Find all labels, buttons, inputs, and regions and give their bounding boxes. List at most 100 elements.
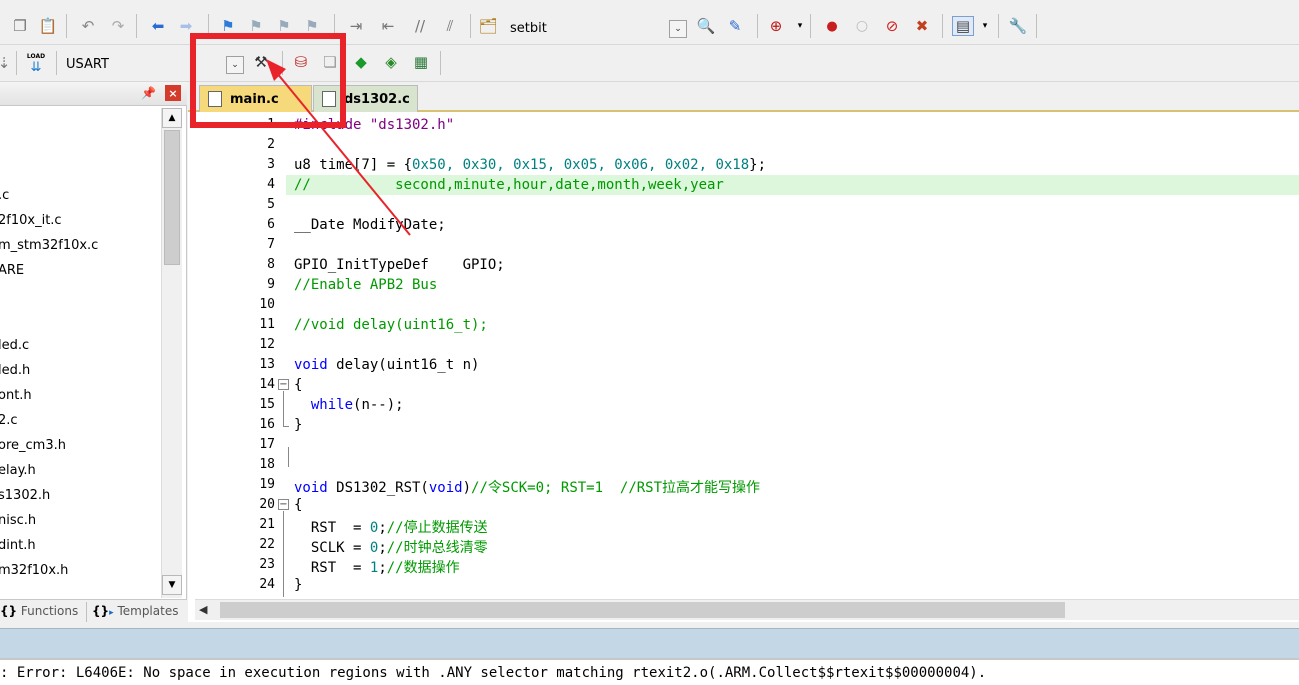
breakpoint-disable-all-icon[interactable]: ⊘ xyxy=(882,16,902,36)
toolbar-separator xyxy=(942,14,943,38)
tab-templates[interactable]: {}▸ Templates xyxy=(92,604,178,618)
line-number: 17 xyxy=(259,437,275,452)
code-line-19: void DS1302_RST(void)//令SCK=0; RST=1 //R… xyxy=(294,477,760,497)
breakpoint-disable-icon[interactable]: ○ xyxy=(852,16,872,36)
scroll-down-icon[interactable]: ▼ xyxy=(162,575,182,595)
tree-item[interactable]: led.c xyxy=(0,338,29,353)
code-text: ; xyxy=(378,520,387,536)
tree-item[interactable]: led.h xyxy=(0,363,30,378)
batch-build-icon[interactable]: ⇣ xyxy=(0,53,14,73)
code-line-16: } xyxy=(294,417,303,433)
project-panel-header: 📌 × xyxy=(0,82,187,106)
scroll-thumb[interactable] xyxy=(164,130,180,265)
paste-icon[interactable]: 📋 xyxy=(38,16,58,36)
template-icon: {}▸ xyxy=(92,604,114,618)
line-number: 14 xyxy=(259,377,275,392)
code-line-8: GPIO_InitTypeDef GPIO; xyxy=(294,257,505,273)
tree-item[interactable]: nisc.h xyxy=(0,513,36,528)
pin-icon[interactable]: 📌 xyxy=(141,86,156,100)
tree-item[interactable]: dint.h xyxy=(0,538,36,553)
code-keyword: while xyxy=(310,397,354,413)
project-vertical-scrollbar[interactable]: ▲ ▼ xyxy=(161,108,182,598)
arrow-shaft xyxy=(271,66,411,236)
code-text: DS1302_RST( xyxy=(327,480,429,496)
line-number: 19 xyxy=(259,477,275,492)
code-line-23: RST = 1;//数据操作 xyxy=(294,557,460,577)
line-number: 12 xyxy=(259,337,275,352)
chevron-down-icon[interactable]: ▾ xyxy=(790,16,810,36)
editor-horizontal-scrollbar[interactable]: ◀ xyxy=(195,599,1299,620)
tree-item[interactable]: m_stm32f10x.c xyxy=(0,238,98,253)
fold-toggle-icon[interactable]: − xyxy=(278,379,289,390)
line-number: 15 xyxy=(259,397,275,412)
tree-item[interactable]: m32f10x.h xyxy=(0,563,68,578)
window-layout-icon[interactable]: ▤ xyxy=(952,16,974,36)
scroll-thumb[interactable] xyxy=(220,602,1065,618)
tree-item[interactable]: .c xyxy=(0,188,9,203)
code-line-24: } xyxy=(294,577,303,593)
tab-separator xyxy=(86,602,87,622)
code-keyword: void xyxy=(428,480,463,496)
menu-bar xyxy=(0,0,1299,8)
tree-item[interactable]: ARE xyxy=(0,263,24,278)
tab-functions[interactable]: {} Functions xyxy=(0,604,78,618)
build-output: : Error: L6406E: No space in execution r… xyxy=(0,658,1299,685)
code-comment: //停止数据传送 xyxy=(386,520,488,536)
comment-icon[interactable]: // xyxy=(410,16,430,36)
code-line-15: while(n--); xyxy=(294,397,404,413)
scroll-up-icon[interactable]: ▲ xyxy=(162,108,182,128)
line-number: 24 xyxy=(259,577,275,592)
find-in-files-icon[interactable]: 🗂 xyxy=(478,16,498,36)
code-line-14: { xyxy=(294,377,303,393)
annotation-arrow xyxy=(266,59,411,236)
target-dropdown-button[interactable]: ⌄ xyxy=(669,20,687,38)
fold-line xyxy=(283,511,284,597)
code-line-21: RST = 0;//停止数据传送 xyxy=(294,517,488,537)
close-icon[interactable]: × xyxy=(165,85,181,101)
tree-item[interactable]: elay.h xyxy=(0,463,36,478)
indent-icon[interactable]: ⇥ xyxy=(346,16,366,36)
tree-item[interactable]: 2f10x_it.c xyxy=(0,213,62,228)
chevron-down-icon[interactable]: ▾ xyxy=(975,16,995,36)
fold-toggle-icon[interactable]: − xyxy=(278,499,289,510)
incremental-find-icon[interactable]: ✎ xyxy=(725,16,745,36)
line-number: 11 xyxy=(259,317,275,332)
tree-item[interactable]: ont.h xyxy=(0,388,32,403)
redo-icon[interactable]: ↷ xyxy=(108,16,128,36)
toolbar-separator xyxy=(16,51,17,75)
code-keyword: void xyxy=(294,357,328,373)
find-icon[interactable]: 🔍 xyxy=(696,16,716,36)
unindent-icon[interactable]: ⇤ xyxy=(378,16,398,36)
tree-item[interactable]: ore_cm3.h xyxy=(0,438,66,453)
navigate-back-icon[interactable]: ⬅ xyxy=(148,16,168,36)
undo-icon[interactable]: ↶ xyxy=(78,16,98,36)
project-bottom-tabs: {} Functions {}▸ Templates xyxy=(0,599,187,625)
configure-icon[interactable]: 🔧 xyxy=(1008,16,1028,36)
line-number: 20 xyxy=(259,497,275,512)
toolbar-separator xyxy=(470,14,471,38)
code-line-22: SCLK = 0;//时钟总线清零 xyxy=(294,537,488,557)
uncomment-icon[interactable]: ⫽ xyxy=(440,16,460,36)
code-text: SCLK = xyxy=(310,540,370,556)
code-line-11: //void delay(uint16_t); xyxy=(294,317,488,333)
tree-item[interactable]: 2.c xyxy=(0,413,18,428)
fold-line xyxy=(283,391,284,427)
code-comment: //时钟总线清零 xyxy=(386,540,488,556)
line-number: 13 xyxy=(259,357,275,372)
line-number: 16 xyxy=(259,417,275,432)
breakpoint-insert-icon[interactable]: ● xyxy=(822,16,842,36)
error-message: : Error: L6406E: No space in execution r… xyxy=(0,665,987,681)
code-text: }; xyxy=(749,157,767,173)
code-line-20: { xyxy=(294,497,303,513)
debug-session-icon[interactable]: ⊕ xyxy=(766,16,786,36)
fold-line xyxy=(288,447,289,467)
copy-icon[interactable]: ❐ xyxy=(10,16,30,36)
breakpoint-kill-all-icon[interactable]: ✖ xyxy=(912,16,932,36)
line-number: 8 xyxy=(267,257,275,272)
download-icon[interactable]: LOAD ⇊ xyxy=(24,51,48,75)
tree-item[interactable]: s1302.h xyxy=(0,488,50,503)
code-text: (n--); xyxy=(353,397,404,413)
scroll-left-icon[interactable]: ◀ xyxy=(199,603,207,616)
target-name[interactable]: USART xyxy=(66,57,109,72)
toolbar-separator xyxy=(757,14,758,38)
